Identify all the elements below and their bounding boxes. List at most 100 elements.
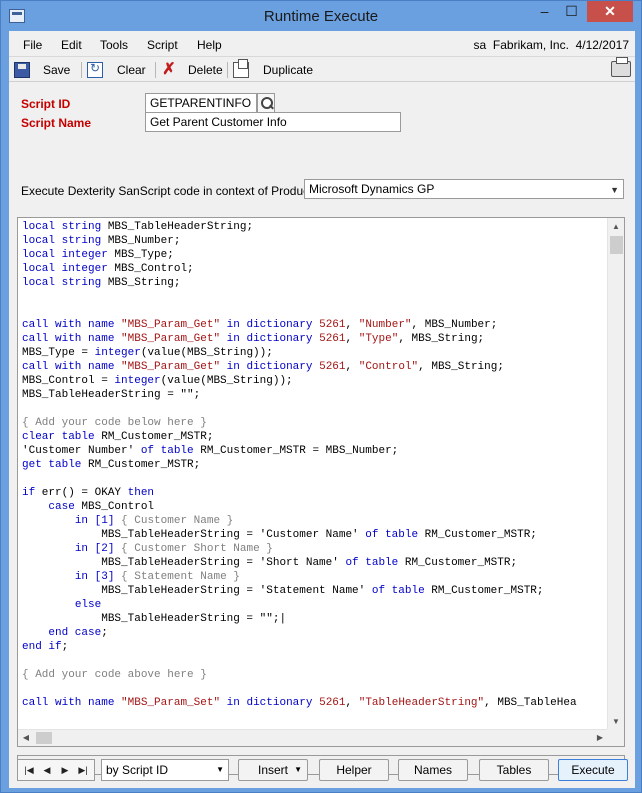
next-record-icon[interactable]: ▶ <box>56 762 74 778</box>
toolbar-separator <box>227 62 228 78</box>
menu-help[interactable]: Help <box>197 38 222 52</box>
script-id-field[interactable]: GETPARENTINFO <box>145 93 257 113</box>
code-text[interactable]: local string MBS_TableHeaderString; local… <box>22 220 608 730</box>
code-string: "MBS_Param_Get" <box>121 319 221 331</box>
first-record-icon[interactable]: |◀ <box>20 762 38 778</box>
scroll-thumb[interactable] <box>610 236 623 254</box>
code-line[interactable]: MBS_TableHeaderString = ""; <box>22 388 608 402</box>
code-text-token: , MBS_String; <box>418 361 504 373</box>
code-text-token: , <box>345 333 359 345</box>
code-line[interactable] <box>22 654 608 668</box>
code-line[interactable]: MBS_TableHeaderString = 'Short Name' of … <box>22 556 608 570</box>
code-text-token: (value(MBS_String)); <box>160 375 293 387</box>
code-line[interactable]: else <box>22 598 608 612</box>
code-line[interactable]: in [1] { Customer Name } <box>22 514 608 528</box>
code-comment: { Statement Name } <box>121 571 240 583</box>
code-line[interactable]: in [2] { Customer Short Name } <box>22 542 608 556</box>
code-text-token: , MBS_TableHea <box>484 697 577 709</box>
clear-icon[interactable] <box>87 61 103 78</box>
names-button[interactable]: Names <box>398 759 468 781</box>
code-line[interactable]: call with name "MBS_Param_Set" in dictio… <box>22 696 608 710</box>
code-line[interactable]: MBS_TableHeaderString = 'Customer Name' … <box>22 528 608 542</box>
horizontal-scrollbar[interactable]: ◀ ▶ <box>18 729 608 746</box>
code-text-token: , <box>345 319 359 331</box>
scroll-left-icon[interactable]: ◀ <box>18 730 34 746</box>
code-comment: { Add your code below here } <box>22 417 207 429</box>
code-line[interactable]: in [3] { Statement Name } <box>22 570 608 584</box>
code-line[interactable]: local integer MBS_Type; <box>22 248 608 262</box>
code-line[interactable]: end case; <box>22 626 608 640</box>
delete-icon[interactable]: ✗ <box>161 62 177 78</box>
vertical-scrollbar[interactable]: ▲ ▼ <box>607 218 624 730</box>
scroll-right-icon[interactable]: ▶ <box>592 730 608 746</box>
code-line[interactable] <box>22 290 608 304</box>
lookup-icon[interactable] <box>257 93 275 113</box>
code-line[interactable]: clear table RM_Customer_MSTR; <box>22 430 608 444</box>
sort-by-dropdown[interactable]: by Script ID ▼ <box>101 759 229 781</box>
insert-button[interactable]: Insert ▼ <box>238 759 308 781</box>
code-line[interactable]: call with name "MBS_Param_Get" in dictio… <box>22 360 608 374</box>
duplicate-button[interactable]: Duplicate <box>263 61 313 79</box>
product-dropdown[interactable]: Microsoft Dynamics GP ▼ <box>304 179 624 199</box>
script-name-field[interactable]: Get Parent Customer Info <box>145 112 401 132</box>
code-line[interactable] <box>22 402 608 416</box>
code-line[interactable]: 'Customer Number' of table RM_Customer_M… <box>22 444 608 458</box>
minimize-button[interactable]: ‒ <box>531 1 558 22</box>
code-line[interactable]: end if; <box>22 640 608 654</box>
code-text-token: , <box>345 697 359 709</box>
menu-script[interactable]: Script <box>147 38 178 52</box>
code-line[interactable]: get table RM_Customer_MSTR; <box>22 458 608 472</box>
title-bar[interactable]: Runtime Execute ‒ ☐ ✕ <box>1 1 641 31</box>
previous-record-icon[interactable]: ◀ <box>38 762 56 778</box>
delete-button[interactable]: Delete <box>188 61 223 79</box>
code-line[interactable]: MBS_Type = integer(value(MBS_String)); <box>22 346 608 360</box>
code-line[interactable]: local string MBS_TableHeaderString; <box>22 220 608 234</box>
menu-file[interactable]: File <box>23 38 42 52</box>
clear-button[interactable]: Clear <box>117 61 146 79</box>
code-line[interactable]: local string MBS_Number; <box>22 234 608 248</box>
code-text-token: MBS_TableHeaderString = 'Customer Name' <box>22 529 366 541</box>
form-area: Script ID GETPARENTINFO Script Name Get … <box>9 83 635 788</box>
code-line[interactable] <box>22 472 608 486</box>
code-line[interactable]: call with name "MBS_Param_Get" in dictio… <box>22 332 608 346</box>
save-icon[interactable] <box>14 62 30 78</box>
code-text-token: (value(MBS_String)); <box>140 347 273 359</box>
code-line[interactable]: MBS_Control = integer(value(MBS_String))… <box>22 374 608 388</box>
code-editor[interactable]: local string MBS_TableHeaderString; local… <box>17 217 625 747</box>
code-line[interactable] <box>22 682 608 696</box>
menu-edit[interactable]: Edit <box>61 38 82 52</box>
code-string: "MBS_Param_Get" <box>121 333 221 345</box>
maximize-button[interactable]: ☐ <box>558 1 585 22</box>
scroll-down-icon[interactable]: ▼ <box>608 713 624 730</box>
last-record-icon[interactable]: ▶| <box>74 762 92 778</box>
printer-icon[interactable] <box>611 57 631 77</box>
code-number: 5261 <box>319 333 346 345</box>
code-line[interactable]: MBS_TableHeaderString = 'Statement Name'… <box>22 584 608 598</box>
duplicate-icon[interactable] <box>233 59 249 78</box>
scroll-thumb[interactable] <box>36 732 52 744</box>
helper-button[interactable]: Helper <box>319 759 389 781</box>
code-line[interactable]: local integer MBS_Control; <box>22 262 608 276</box>
code-line[interactable]: call with name "MBS_Param_Get" in dictio… <box>22 318 608 332</box>
code-text-token: MBS_String; <box>101 277 181 289</box>
tables-button[interactable]: Tables <box>479 759 549 781</box>
code-line[interactable]: case MBS_Control <box>22 500 608 514</box>
code-line[interactable]: { Add your code above here } <box>22 668 608 682</box>
code-line[interactable] <box>22 304 608 318</box>
close-button[interactable]: ✕ <box>587 1 633 22</box>
save-button[interactable]: Save <box>43 61 70 79</box>
code-line[interactable]: local string MBS_String; <box>22 276 608 290</box>
code-text-token: ; <box>101 627 108 639</box>
menu-tools[interactable]: Tools <box>100 38 128 52</box>
code-line[interactable]: if err() = OKAY then <box>22 486 608 500</box>
code-keyword: call with name <box>22 333 115 345</box>
code-line[interactable]: MBS_TableHeaderString = "";| <box>22 612 608 626</box>
code-line[interactable]: { Add your code below here } <box>22 416 608 430</box>
toolbar-separator <box>81 62 82 78</box>
scroll-up-icon[interactable]: ▲ <box>608 218 624 235</box>
execute-button[interactable]: Execute <box>558 759 628 781</box>
code-keyword: in dictionary <box>226 697 313 709</box>
